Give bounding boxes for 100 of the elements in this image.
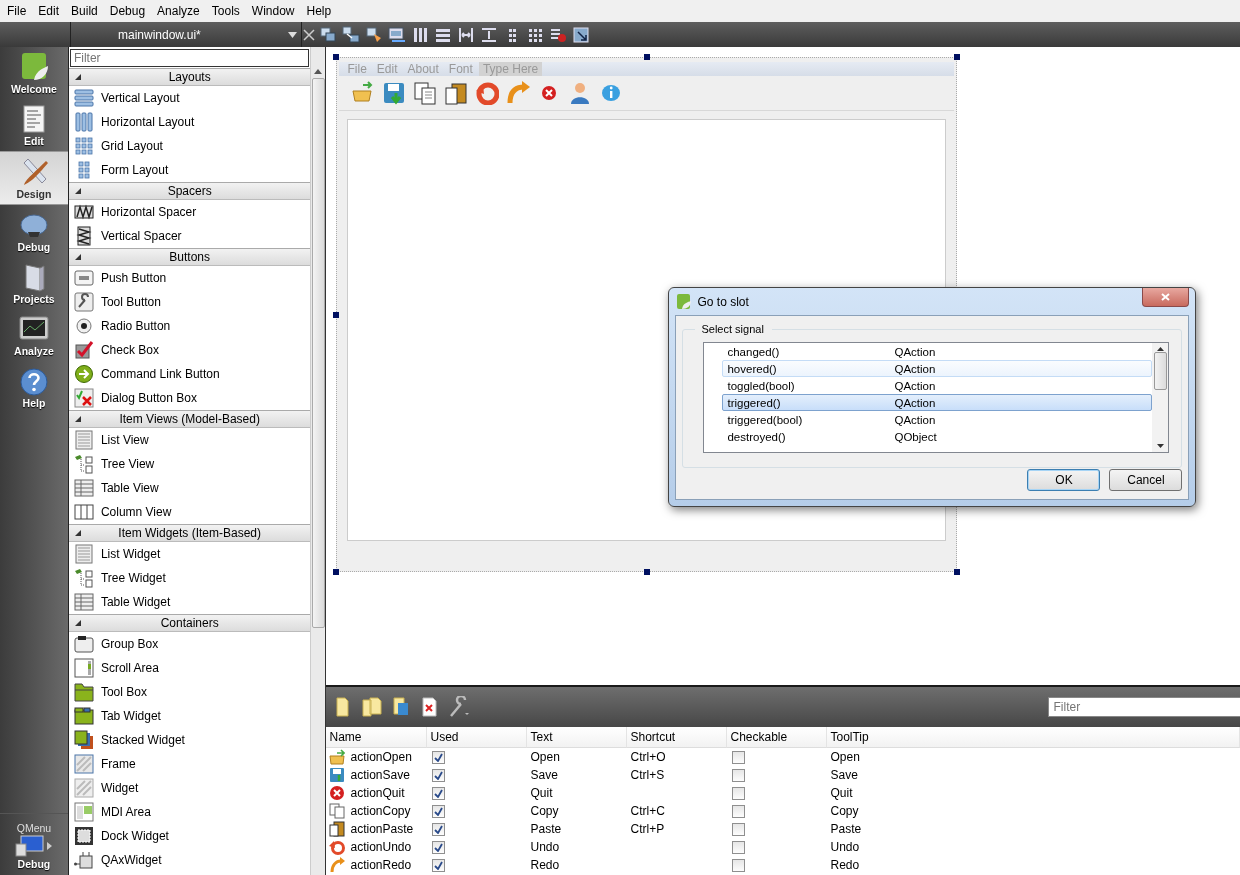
widget-item[interactable]: List View bbox=[68, 428, 311, 452]
column-header[interactable]: ToolTip bbox=[827, 727, 1240, 748]
checkbox[interactable] bbox=[732, 750, 746, 764]
column-header[interactable]: Name bbox=[326, 727, 428, 748]
checkbox[interactable] bbox=[432, 840, 446, 854]
widget-item[interactable]: Tool Box bbox=[68, 680, 311, 704]
widget-item[interactable]: Tree Widget bbox=[68, 566, 311, 590]
curved-arrow-left-icon[interactable] bbox=[475, 81, 500, 105]
widget-item[interactable]: Dialog Button Box bbox=[68, 386, 311, 410]
menu-item[interactable]: Edit bbox=[32, 4, 66, 18]
checkbox[interactable] bbox=[732, 840, 746, 854]
menu-item[interactable]: Tools bbox=[205, 4, 246, 18]
filter-field[interactable]: Filter bbox=[69, 49, 310, 67]
signal-row[interactable]: triggered() QAction bbox=[722, 394, 1153, 411]
mode-tab[interactable]: Welcome bbox=[0, 47, 68, 99]
numbered-window-icon[interactable] bbox=[388, 25, 406, 44]
category-header[interactable]: Item Views (Model-Based) bbox=[68, 410, 311, 428]
mode-tab[interactable]: Projects bbox=[0, 257, 68, 309]
widget-item[interactable]: Dock Widget bbox=[68, 824, 311, 848]
resize-handle[interactable] bbox=[643, 569, 650, 575]
signal-row[interactable]: hovered() QAction bbox=[722, 360, 1153, 377]
split-horizontal-icon[interactable] bbox=[457, 25, 475, 44]
up-arrow-icon[interactable] bbox=[1156, 347, 1164, 351]
resize-handle[interactable] bbox=[333, 569, 340, 575]
mode-tab[interactable]: Help bbox=[0, 361, 68, 413]
widget-item[interactable]: Tool Button bbox=[68, 290, 311, 314]
overlap-squares-icon[interactable] bbox=[319, 25, 337, 44]
widget-item[interactable]: Scroll Area bbox=[68, 656, 311, 680]
resize-handle[interactable] bbox=[954, 54, 961, 60]
widget-item[interactable]: Command Link Button bbox=[68, 362, 311, 386]
scroll-thumb[interactable] bbox=[1153, 351, 1167, 390]
checkbox[interactable] bbox=[732, 768, 746, 782]
signal-list[interactable]: changed() QAction hovered() QAction toggled(bool) QAction triggered() QAction triggered(bool) QAction destroyed() QObject bbox=[703, 342, 1170, 453]
widget-item[interactable]: Horizontal Layout bbox=[68, 110, 311, 134]
widget-item[interactable]: List Widget bbox=[68, 542, 311, 566]
widget-item[interactable]: Widget bbox=[68, 776, 311, 800]
category-header[interactable]: Spacers bbox=[68, 182, 311, 200]
copy-pages-icon[interactable] bbox=[413, 81, 438, 105]
mode-tab[interactable]: Edit bbox=[0, 99, 68, 151]
checkbox[interactable] bbox=[732, 858, 746, 872]
pages-icon[interactable] bbox=[361, 696, 384, 718]
widget-item[interactable]: Tree View bbox=[68, 452, 311, 476]
menu-item[interactable]: Build bbox=[65, 4, 104, 18]
widget-item[interactable]: Radio Button bbox=[68, 314, 311, 338]
column-header[interactable]: Text bbox=[527, 727, 628, 748]
wrench-icon[interactable] bbox=[448, 696, 471, 718]
resize-handle[interactable] bbox=[643, 54, 650, 60]
widget-item[interactable]: MDI Area bbox=[68, 800, 311, 824]
widget-item[interactable]: Check Box bbox=[68, 338, 311, 362]
menu-item[interactable]: Window bbox=[245, 4, 301, 18]
up-arrow-icon[interactable] bbox=[314, 69, 323, 74]
resize-handle[interactable] bbox=[954, 569, 961, 575]
tag-icon[interactable] bbox=[365, 25, 383, 44]
checkbox[interactable] bbox=[432, 822, 446, 836]
down-arrow-icon[interactable] bbox=[1156, 444, 1164, 448]
widget-item[interactable]: Tab Widget bbox=[68, 704, 311, 728]
widget-item[interactable]: Grid Layout bbox=[68, 134, 311, 158]
menu-item[interactable]: Help bbox=[300, 4, 338, 18]
scroll-thumb[interactable] bbox=[311, 78, 325, 628]
dialog-button[interactable]: Cancel bbox=[1109, 469, 1183, 491]
widget-item[interactable]: Group Box bbox=[68, 632, 311, 656]
resize-handle[interactable] bbox=[333, 54, 340, 60]
checkbox[interactable] bbox=[432, 858, 446, 872]
floppy-icon[interactable] bbox=[382, 81, 407, 105]
menu-item[interactable]: Analyze bbox=[151, 4, 206, 18]
scrollbar[interactable] bbox=[310, 47, 326, 875]
widget-item[interactable]: Push Button bbox=[68, 266, 311, 290]
checkbox[interactable] bbox=[432, 786, 446, 800]
close-button[interactable] bbox=[1142, 288, 1190, 307]
category-header[interactable]: Layouts bbox=[68, 68, 311, 86]
widget-item[interactable]: Stacked Widget bbox=[68, 728, 311, 752]
filter-field[interactable]: Filter bbox=[1048, 697, 1240, 717]
column-header[interactable]: Checkable bbox=[727, 727, 828, 748]
mode-tab[interactable]: Analyze bbox=[0, 309, 68, 361]
arrow-squares-icon[interactable] bbox=[342, 25, 360, 44]
checkbox[interactable] bbox=[732, 804, 746, 818]
checkbox[interactable] bbox=[732, 786, 746, 800]
category-header[interactable]: Item Widgets (Item-Based) bbox=[68, 524, 311, 542]
checkbox[interactable] bbox=[432, 750, 446, 764]
computer-icon[interactable] bbox=[15, 834, 46, 858]
resize-handle[interactable] bbox=[333, 311, 340, 318]
category-header[interactable]: Buttons bbox=[68, 248, 311, 266]
checkbox[interactable] bbox=[432, 804, 446, 818]
widget-item[interactable]: Table Widget bbox=[68, 590, 311, 614]
widget-item[interactable]: Horizontal Spacer bbox=[68, 200, 311, 224]
category-header[interactable]: Containers bbox=[68, 614, 311, 632]
widget-item[interactable]: QAxWidget bbox=[68, 848, 311, 872]
column-header[interactable]: Used bbox=[427, 727, 528, 748]
widget-item[interactable]: Table View bbox=[68, 476, 311, 500]
widget-item[interactable]: Vertical Spacer bbox=[68, 224, 311, 248]
close-icon[interactable] bbox=[302, 27, 316, 42]
resize-icon[interactable] bbox=[572, 25, 590, 44]
clipboard-icon[interactable] bbox=[444, 81, 469, 105]
scrollbar[interactable] bbox=[1152, 343, 1169, 452]
split-vertical-icon[interactable] bbox=[480, 25, 498, 44]
mode-tab[interactable]: Debug bbox=[0, 205, 68, 257]
checkbox[interactable] bbox=[732, 822, 746, 836]
menu-item[interactable]: File bbox=[1, 4, 33, 18]
widget-item[interactable]: Vertical Layout bbox=[68, 86, 311, 110]
column-header[interactable]: Shortcut bbox=[627, 727, 728, 748]
